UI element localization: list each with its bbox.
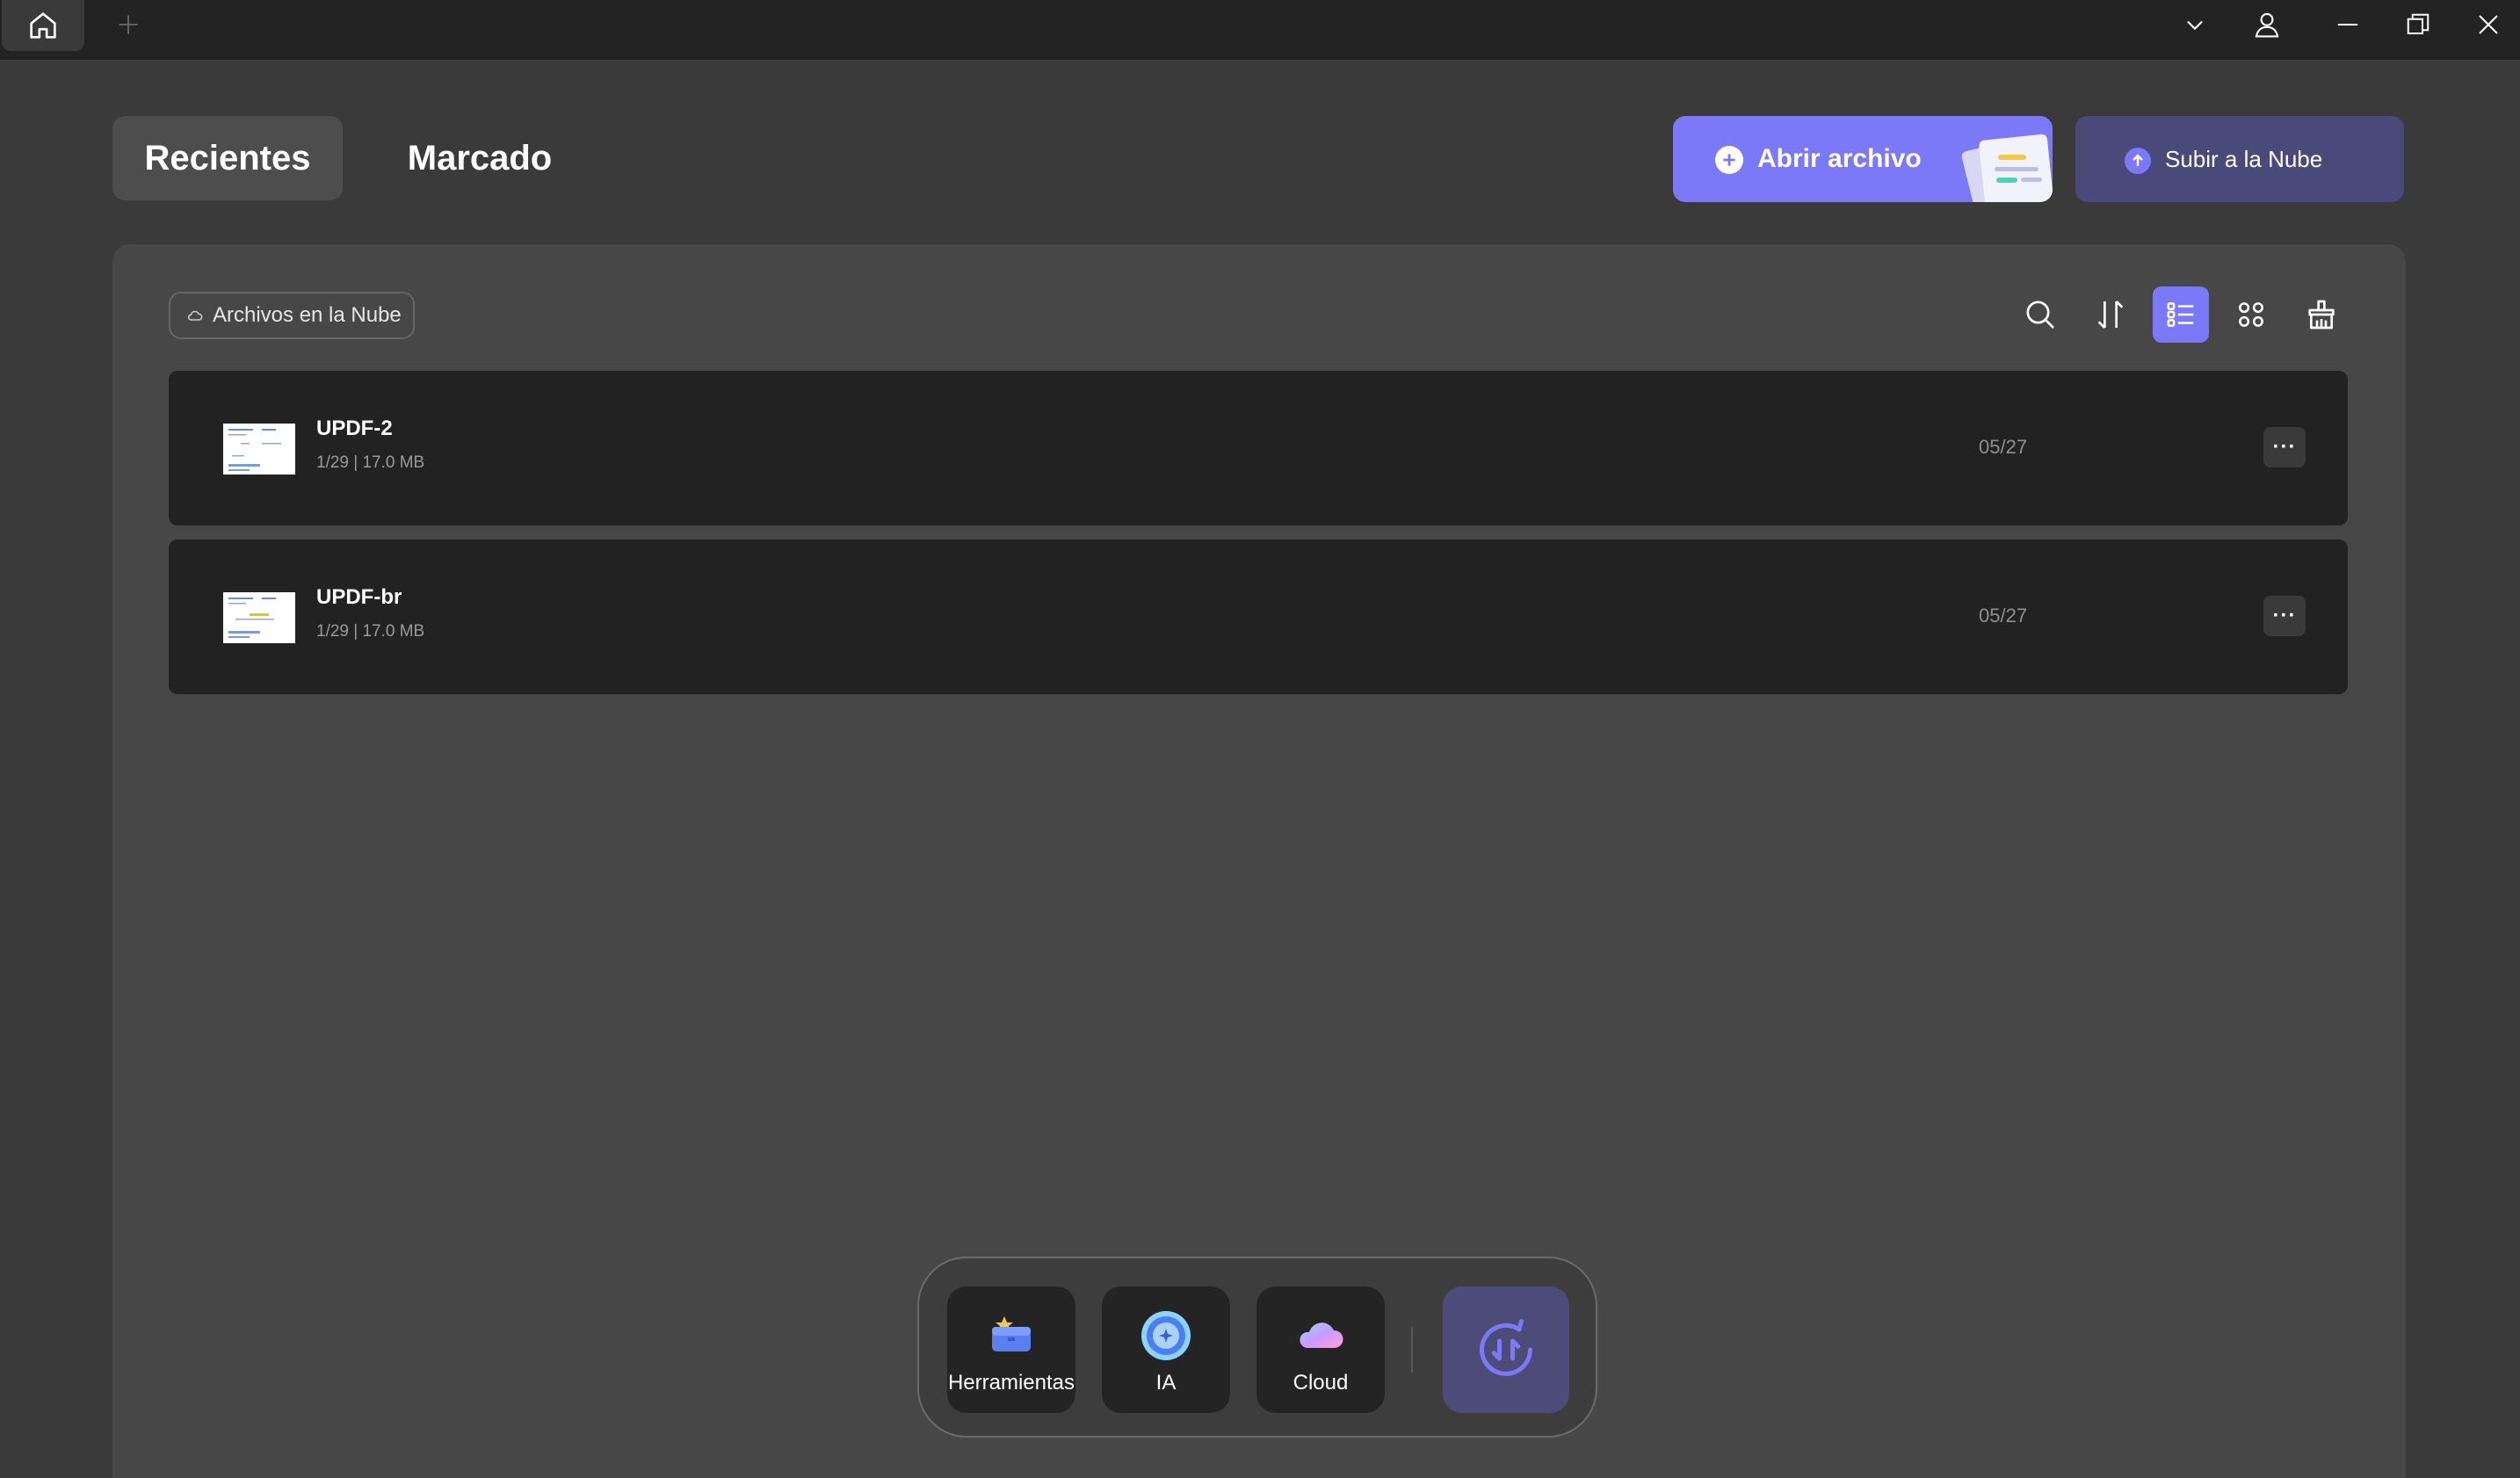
toolbox-icon xyxy=(992,1316,1031,1351)
file-name: UPDF-br xyxy=(316,585,402,609)
file-meta: 1/29 | 17.0 MB xyxy=(316,622,425,641)
cloud-files-label: Archivos en la Nube xyxy=(213,303,402,327)
home-tab[interactable] xyxy=(2,0,84,51)
home-icon xyxy=(30,12,56,39)
clean-icon xyxy=(2308,300,2335,330)
close-icon xyxy=(2479,15,2498,34)
sort-button[interactable] xyxy=(2082,286,2139,343)
cloud-outline-icon xyxy=(187,310,203,321)
file-meta: 1/29 | 17.0 MB xyxy=(316,453,425,472)
upload-cloud-label: Subir a la Nube xyxy=(2165,145,2323,172)
minimize-button[interactable] xyxy=(2328,5,2367,44)
cloud-icon xyxy=(1300,1322,1343,1348)
upload-cloud-button[interactable]: Subir a la Nube xyxy=(2075,116,2404,202)
tab-label: Recientes xyxy=(144,138,311,178)
sync-icon xyxy=(1480,1319,1532,1376)
file-date: 05/27 xyxy=(1979,436,2028,458)
bottom-dock: Herramientas IA Cloud xyxy=(917,1257,1597,1438)
sort-icon xyxy=(2097,301,2124,329)
dock-sync-button[interactable] xyxy=(1443,1286,1569,1413)
search-icon xyxy=(2026,301,2054,329)
restore-icon xyxy=(2407,13,2429,34)
close-button[interactable] xyxy=(2469,5,2508,44)
file-name: UPDF-2 xyxy=(316,417,393,440)
open-file-label: Abrir archivo xyxy=(1757,144,1922,173)
file-thumbnail xyxy=(223,424,295,475)
user-icon xyxy=(2255,12,2279,38)
chevron-down-icon xyxy=(2187,20,2203,31)
restore-button[interactable] xyxy=(2399,5,2437,44)
file-date: 05/27 xyxy=(1979,605,2028,627)
more-icon: ··· xyxy=(2272,435,2297,459)
search-button[interactable] xyxy=(2012,286,2068,343)
dock-label: IA xyxy=(1155,1371,1177,1395)
grid-view-icon xyxy=(2239,302,2263,327)
dock-cloud-button[interactable]: Cloud xyxy=(1256,1286,1385,1413)
more-options-button[interactable]: ··· xyxy=(2263,596,2306,636)
more-options-button[interactable]: ··· xyxy=(2263,427,2306,467)
open-file-button[interactable]: Abrir archivo xyxy=(1673,116,2053,202)
tab-marcado[interactable]: Marcado xyxy=(369,116,590,200)
documents-illustration-icon xyxy=(1961,134,2053,202)
list-view-icon xyxy=(2167,302,2194,327)
account-button[interactable] xyxy=(2248,5,2286,44)
dock-ai-button[interactable]: IA xyxy=(1102,1286,1230,1413)
plus-circle-icon xyxy=(1715,146,1743,174)
cloud-files-filter[interactable]: Archivos en la Nube xyxy=(169,292,415,339)
dock-label: Cloud xyxy=(1293,1371,1349,1395)
plus-icon xyxy=(119,15,138,34)
dock-divider xyxy=(1411,1327,1413,1373)
title-bar xyxy=(0,0,2520,60)
grid-view-button[interactable] xyxy=(2223,286,2279,343)
more-icon: ··· xyxy=(2272,604,2297,627)
tab-label: Marcado xyxy=(407,138,553,178)
dock-tools-button[interactable]: Herramientas xyxy=(947,1286,1075,1413)
file-row[interactable]: UPDF-2 1/29 | 17.0 MB 05/27 ··· xyxy=(169,371,2348,525)
tab-recientes[interactable]: Recientes xyxy=(112,116,343,200)
file-row[interactable]: UPDF-br 1/29 | 17.0 MB 05/27 ··· xyxy=(169,540,2348,694)
minimize-icon xyxy=(2337,24,2358,25)
dropdown-button[interactable] xyxy=(2176,5,2214,44)
ai-icon xyxy=(1141,1311,1191,1360)
file-thumbnail xyxy=(223,592,295,643)
new-tab-button[interactable] xyxy=(112,9,144,40)
list-view-button[interactable] xyxy=(2153,286,2209,343)
upload-arrow-icon xyxy=(2125,148,2151,174)
dock-label: Herramientas xyxy=(947,1371,1075,1395)
clean-button[interactable] xyxy=(2293,286,2350,343)
